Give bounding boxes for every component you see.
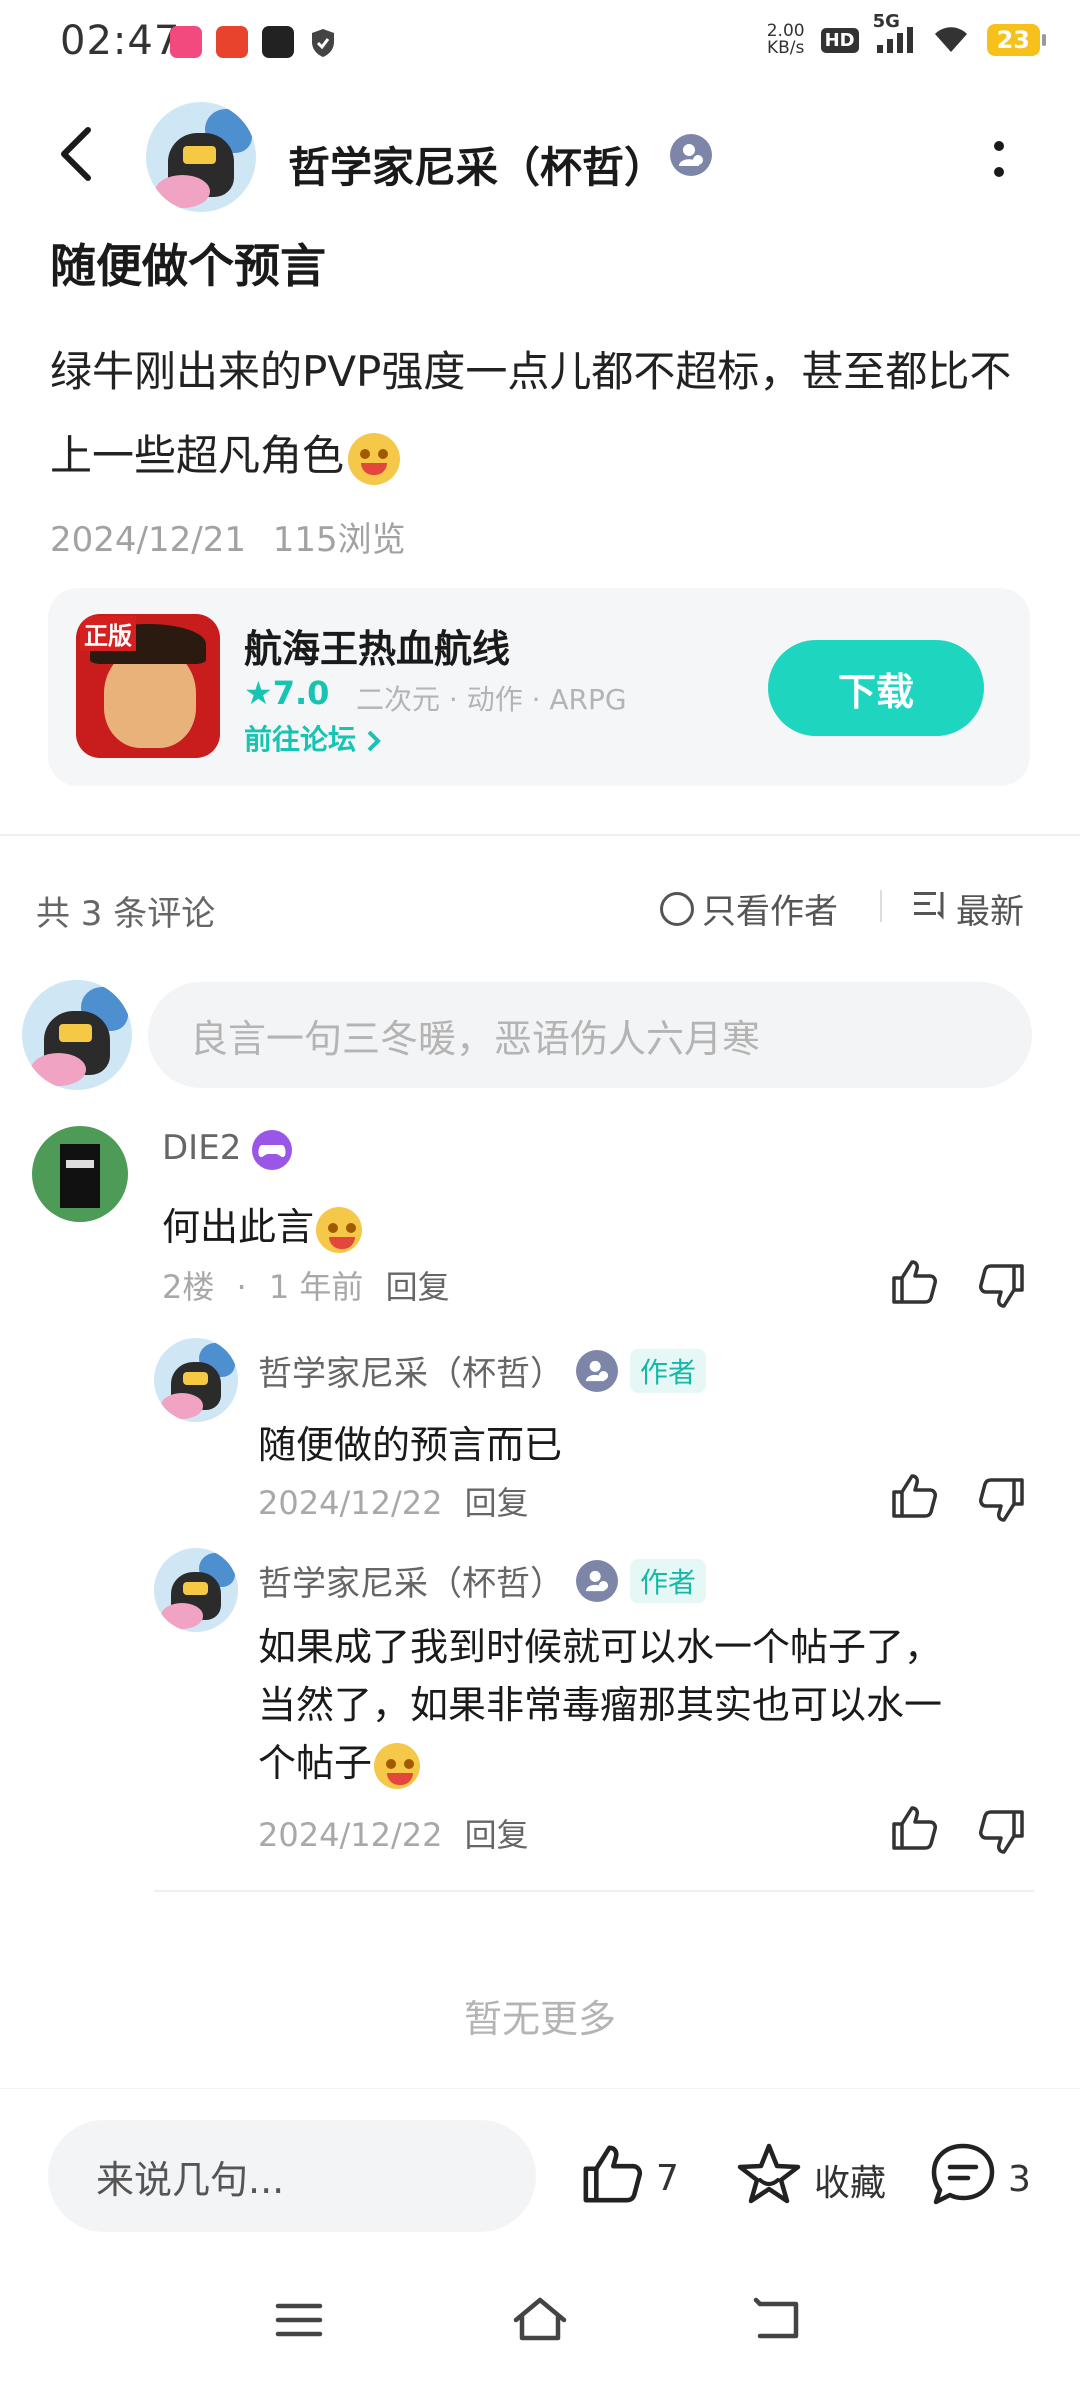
reply-divider	[154, 1890, 1034, 1892]
sort-icon	[912, 888, 948, 929]
reply-author[interactable]: 哲学家尼采（杯哲） 作者	[258, 1346, 707, 1395]
comment-icon	[928, 2140, 998, 2219]
divider	[880, 890, 882, 922]
star-icon	[734, 2140, 804, 2219]
my-avatar	[22, 980, 132, 1090]
commenter-avatar[interactable]	[32, 1126, 128, 1222]
game-icon[interactable]: 正版	[76, 614, 220, 758]
chevron-right-icon	[366, 723, 382, 756]
status-icons: 2.00 KB/s HD 5G 23	[766, 11, 1047, 58]
section-divider	[0, 834, 1080, 836]
battery-icon: 23	[986, 24, 1047, 56]
radio-icon[interactable]	[660, 891, 694, 926]
like-icon[interactable]	[888, 1802, 940, 1858]
notification-app-icon	[262, 26, 294, 58]
gamepad-badge-icon	[252, 1129, 293, 1170]
no-more-text: 暂无更多	[463, 1997, 616, 2041]
reply-text: 随便做的预言而已	[258, 1423, 563, 1467]
post-title: 随便做个预言	[50, 239, 326, 293]
forum-link[interactable]: 前往论坛	[244, 718, 382, 758]
sort-button[interactable]: 最新	[912, 884, 1024, 933]
comment-button[interactable]: 3	[928, 2140, 1031, 2219]
emoji-icon	[316, 1206, 363, 1253]
dislike-icon[interactable]	[976, 1260, 1028, 1316]
post-body: 绿牛刚出来的PVP强度一点儿都不超标，甚至都比不上一些超凡角色	[50, 330, 1030, 498]
post-date: 2024/12/21	[50, 520, 246, 560]
only-author-toggle[interactable]: 只看作者	[660, 884, 838, 933]
comment-count: 共 3 条评论	[36, 894, 216, 934]
author-name[interactable]: 哲学家尼采（杯哲）	[288, 134, 666, 195]
reply-button[interactable]: 回复	[386, 1268, 450, 1306]
status-time: 02:47	[60, 18, 181, 64]
reply-meta: 2024/12/22 回复	[258, 1484, 529, 1522]
emoji-icon	[348, 432, 401, 485]
favorite-button[interactable]: 收藏	[734, 2140, 886, 2219]
like-icon[interactable]	[888, 1256, 940, 1312]
reply-text: 如果成了我到时候就可以水一个帖子了， 当然了，如果非常毒瘤那其实也可以水一 个帖…	[258, 1618, 942, 1792]
reply-button[interactable]: 回复	[465, 1484, 529, 1522]
post-meta: 2024/12/21 115浏览	[50, 512, 406, 561]
reply-meta: 2024/12/22 回复	[258, 1816, 529, 1854]
shield-icon	[310, 28, 336, 62]
like-icon	[578, 2140, 646, 2217]
reply-avatar[interactable]	[154, 1338, 238, 1422]
home-icon[interactable]	[510, 2294, 570, 2348]
game-tags: 二次元 · 动作 · ARPG	[356, 683, 627, 716]
dislike-icon[interactable]	[976, 1474, 1028, 1530]
user-badge-icon	[576, 1559, 618, 1602]
net-speed: 2.00 KB/s	[766, 21, 805, 58]
say-input[interactable]: 来说几句...	[48, 2120, 536, 2232]
wifi-icon	[931, 22, 971, 58]
user-badge-icon	[670, 134, 712, 176]
back-nav-icon[interactable]	[752, 2296, 804, 2346]
download-button[interactable]: 下载	[768, 640, 984, 736]
notification-app-icon	[170, 26, 202, 58]
reply-button[interactable]: 回复	[465, 1816, 529, 1854]
user-badge-icon	[576, 1349, 618, 1392]
signal-icon: 5G	[873, 11, 915, 55]
back-icon[interactable]	[56, 124, 96, 188]
like-icon[interactable]	[888, 1470, 940, 1526]
post-like-button[interactable]: 7	[578, 2140, 679, 2217]
post-views: 115浏览	[272, 520, 406, 560]
reply-author[interactable]: 哲学家尼采（杯哲） 作者	[258, 1556, 707, 1605]
game-name[interactable]: 航海王热血航线	[244, 618, 510, 673]
hd-icon: HD	[820, 27, 859, 53]
comment-meta: 2楼 · 1 年前 回复	[162, 1268, 450, 1306]
author-tag: 作者	[630, 1348, 707, 1393]
star-icon: ★	[244, 674, 273, 712]
reply-avatar[interactable]	[154, 1548, 238, 1632]
comment-text: 何出此言	[162, 1196, 363, 1253]
author-tag: 作者	[630, 1558, 707, 1603]
comment-input[interactable]: 良言一句三冬暖，恶语伤人六月寒	[148, 982, 1032, 1088]
emoji-icon	[374, 1742, 421, 1789]
dislike-icon[interactable]	[976, 1806, 1028, 1862]
commenter-name[interactable]: DIE2	[162, 1128, 293, 1170]
author-avatar[interactable]	[146, 102, 256, 212]
menu-icon[interactable]	[274, 2300, 324, 2344]
notification-app-icon	[216, 26, 248, 58]
game-rating: ★7.0	[244, 674, 330, 712]
more-options-icon[interactable]	[990, 140, 1008, 184]
